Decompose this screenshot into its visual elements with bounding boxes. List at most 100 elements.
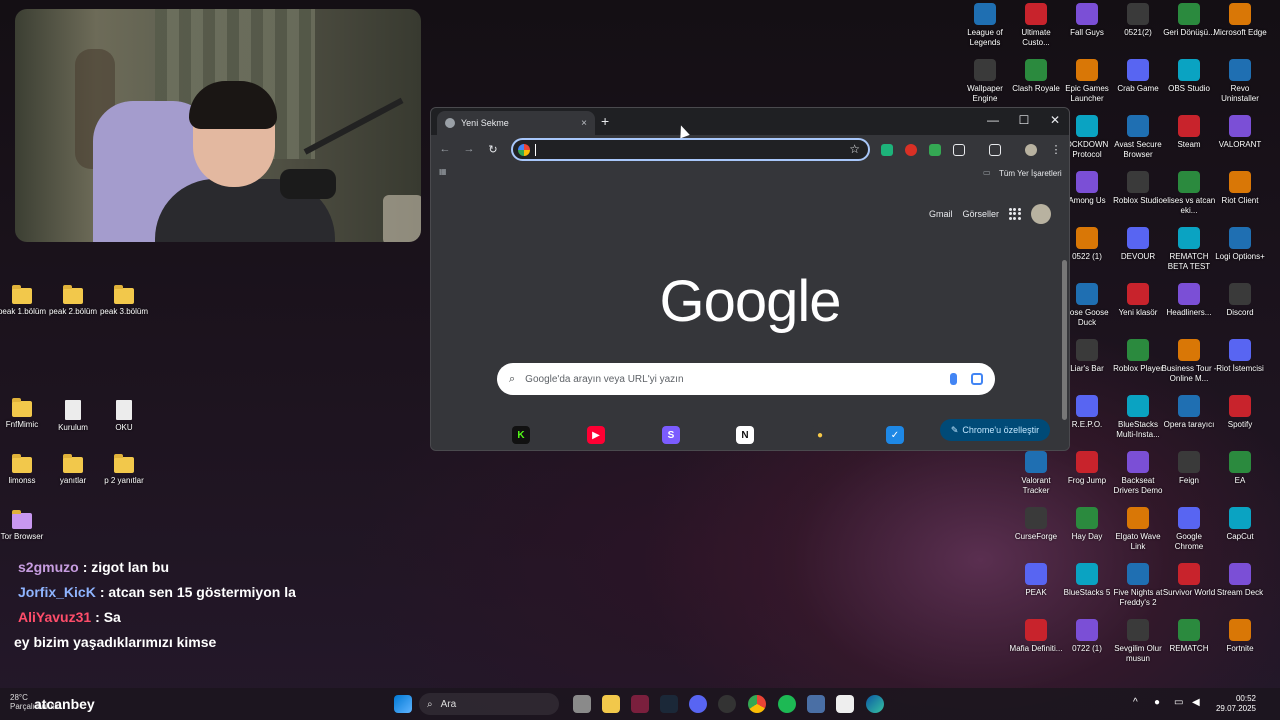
desktop-icon[interactable]: VALORANT <box>1212 115 1268 150</box>
menu-kebab-icon[interactable]: ⋮ <box>1049 143 1063 156</box>
network-icon[interactable]: ▭ <box>1174 697 1183 708</box>
desktop-icon-peak2[interactable]: peak 2.bölüm <box>45 285 101 317</box>
minimize-button[interactable]: — <box>983 113 1003 127</box>
desktop-icon-fnfmimic[interactable]: FnfMimic <box>0 398 50 430</box>
desktop-icon[interactable]: Revo Uninstaller <box>1212 59 1268 104</box>
desktop-icon[interactable]: Stream Deck <box>1212 563 1268 598</box>
desktop-icon-yanitlar[interactable]: yanıtlar <box>45 454 101 486</box>
spotify-icon[interactable] <box>778 695 796 713</box>
extension-icon-1[interactable] <box>881 144 893 156</box>
reload-button[interactable]: ↻ <box>486 143 500 156</box>
desktop-icon-peak1[interactable]: peak 1.bölüm <box>0 285 50 317</box>
desktop-icon[interactable]: Crab Game <box>1110 59 1166 94</box>
gmail-link[interactable]: Gmail <box>929 209 953 219</box>
desktop-icon[interactable]: BlueStacks 5 <box>1059 563 1115 598</box>
windows-start-icon[interactable] <box>394 695 412 713</box>
forward-button[interactable]: → <box>462 143 476 155</box>
desktop-icon[interactable]: CurseForge <box>1008 507 1064 542</box>
apps-grid-icon[interactable]: ▦ <box>439 167 447 176</box>
discord-icon[interactable] <box>689 695 707 713</box>
chrome-icon[interactable] <box>748 695 766 713</box>
desktop-icon[interactable]: Roblox Studio <box>1110 171 1166 206</box>
tray-chevron-icon[interactable]: ^ <box>1133 697 1138 708</box>
desktop-icon[interactable]: elises vs atcan eki... <box>1161 171 1217 216</box>
desktop-icon-kurulum[interactable]: Kurulum <box>45 398 101 433</box>
bookmark-star-icon[interactable]: ☆ <box>849 142 860 156</box>
desktop-icon[interactable]: REMATCH <box>1161 619 1217 654</box>
google-lens-icon[interactable] <box>971 373 983 385</box>
desktop-icon[interactable]: Geri Dönüşü... <box>1161 3 1217 38</box>
ntp-shortcut-icon[interactable]: K <box>512 426 530 444</box>
desktop-icon[interactable]: REMATCH BETA TEST <box>1161 227 1217 272</box>
desktop-icon-tor-browser[interactable]: Tor Browser <box>0 510 50 542</box>
close-tab-icon[interactable]: × <box>581 118 587 129</box>
extension-icon-3[interactable] <box>929 144 941 156</box>
desktop-icon[interactable]: 0722 (1) <box>1059 619 1115 654</box>
back-button[interactable]: ← <box>438 143 452 155</box>
images-link[interactable]: Görseller <box>962 209 999 219</box>
desktop-icon[interactable]: CapCut <box>1212 507 1268 542</box>
desktop-icon[interactable]: Sevgilim Olur musun <box>1110 619 1166 664</box>
ntp-shortcut-icon[interactable]: N <box>736 426 754 444</box>
desktop-icon[interactable]: Steam <box>1161 115 1217 150</box>
desktop-icon[interactable]: Wallpaper Engine <box>957 59 1013 104</box>
desktop-icon[interactable]: Frog Jump <box>1059 451 1115 486</box>
desktop-icon[interactable]: Clash Royale <box>1008 59 1064 94</box>
account-avatar[interactable] <box>1031 204 1051 224</box>
ntp-shortcut-icon[interactable]: ✓ <box>886 426 904 444</box>
extensions-puzzle-icon[interactable] <box>953 144 965 156</box>
desktop-icon[interactable]: Survivor World <box>1161 563 1217 598</box>
desktop-icon[interactable]: PEAK <box>1008 563 1064 598</box>
desktop-icon[interactable]: Yeni klasör <box>1110 283 1166 318</box>
desktop-icon[interactable]: BlueStacks Multi-Insta... <box>1110 395 1166 440</box>
desktop-icon[interactable]: Discord <box>1212 283 1268 318</box>
file-explorer-icon[interactable] <box>602 695 620 713</box>
desktop-icon[interactable]: Feign <box>1161 451 1217 486</box>
desktop-icon[interactable]: Epic Games Launcher <box>1059 59 1115 104</box>
browser-titlebar[interactable]: Yeni Sekme × + — ☐ ✕ <box>431 108 1069 135</box>
ntp-shortcut-icon[interactable]: S <box>662 426 680 444</box>
tab-search-icon[interactable] <box>989 144 1001 156</box>
desktop-icon[interactable]: Riot İstemcisi <box>1212 339 1268 374</box>
desktop-icon-oku[interactable]: OKU <box>96 398 152 433</box>
app-icon[interactable] <box>807 695 825 713</box>
ntp-shortcut-icon[interactable]: ● <box>811 426 829 444</box>
ntp-shortcut-icon[interactable]: ▶ <box>587 426 605 444</box>
desktop-icon-p2-yanitlar[interactable]: p 2 yanıtlar <box>96 454 152 486</box>
desktop-icon[interactable]: DEVOUR <box>1110 227 1166 262</box>
app-icon[interactable] <box>718 695 736 713</box>
desktop-icon-peak3[interactable]: peak 3.bölüm <box>96 285 152 317</box>
desktop-icon[interactable]: Opera tarayıcı <box>1161 395 1217 430</box>
scrollbar[interactable] <box>1062 260 1067 420</box>
desktop-icon[interactable]: Hay Day <box>1059 507 1115 542</box>
desktop-icon[interactable]: Logi Options+ <box>1212 227 1268 262</box>
desktop-icon[interactable]: Business Tour - Online M... <box>1161 339 1217 384</box>
voice-search-icon[interactable] <box>950 373 957 385</box>
desktop-icon[interactable]: Microsoft Edge <box>1212 3 1268 38</box>
capcut-icon[interactable] <box>836 695 854 713</box>
desktop-icon[interactable]: Spotify <box>1212 395 1268 430</box>
app-icon[interactable] <box>631 695 649 713</box>
taskbar-search[interactable]: ⌕ Ara <box>419 693 559 715</box>
desktop-icon[interactable]: Roblox Player <box>1110 339 1166 374</box>
desktop-icon[interactable]: Five Nights at Freddy's 2 <box>1110 563 1166 608</box>
google-apps-icon[interactable] <box>1009 208 1021 220</box>
maximize-button[interactable]: ☐ <box>1014 113 1034 127</box>
desktop-icon[interactable]: OBS Studio <box>1161 59 1217 94</box>
desktop-icon[interactable]: Mafia Definiti... <box>1008 619 1064 654</box>
desktop-icon[interactable]: Fortnite <box>1212 619 1268 654</box>
desktop-icon[interactable]: League of Legends <box>957 3 1013 48</box>
desktop-icon[interactable]: Google Chrome <box>1161 507 1217 552</box>
desktop-icon[interactable]: Valorant Tracker <box>1008 451 1064 496</box>
desktop-icon[interactable]: Fall Guys <box>1059 3 1115 38</box>
address-bar[interactable]: ☆ <box>511 138 870 161</box>
steam-icon[interactable] <box>660 695 678 713</box>
desktop-icon[interactable]: Riot Client <box>1212 171 1268 206</box>
chrome-window[interactable]: Yeni Sekme × + — ☐ ✕ ← → ↻ ☆ ⋮ ▦ ▭ Tüm Y… <box>430 107 1070 451</box>
close-window-button[interactable]: ✕ <box>1045 113 1065 127</box>
extension-icon-2[interactable] <box>905 144 917 156</box>
taskbar-clock[interactable]: 00:52 29.07.2025 <box>1216 694 1256 714</box>
desktop-icon[interactable]: EA <box>1212 451 1268 486</box>
new-tab-button[interactable]: + <box>601 113 609 129</box>
all-bookmarks-button[interactable]: Tüm Yer İşaretleri <box>999 169 1062 178</box>
